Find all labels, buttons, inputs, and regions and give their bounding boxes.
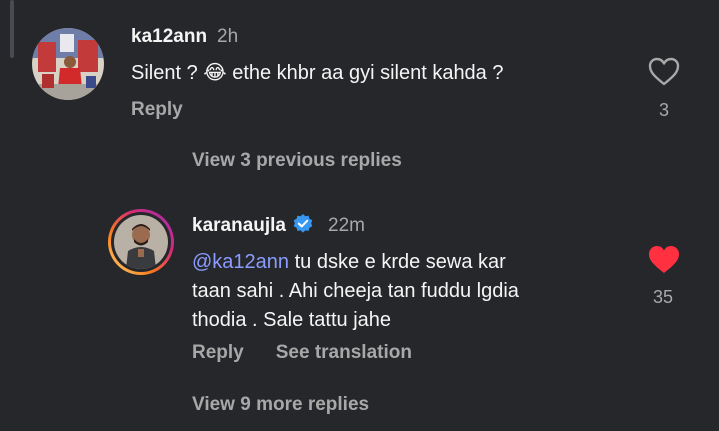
- comment-karanaujla: karanaujla 22m @ka12ann tu dske e krde se…: [0, 200, 719, 380]
- comment-text: Silent ? 😂 ethe khbr aa gyi silent kahda…: [131, 59, 504, 88]
- laughing-emoji-icon: 😂: [203, 62, 227, 84]
- reply-button[interactable]: Reply: [192, 342, 244, 363]
- comment-text-part: Silent ?: [131, 62, 204, 84]
- comment-username[interactable]: karanaujla: [192, 215, 286, 236]
- avatar-image: [114, 215, 168, 269]
- avatar-image: [32, 28, 104, 100]
- comment-text-part: ethe khbr aa gyi silent kahda ?: [226, 62, 504, 84]
- comment-text-part: tu dske e krde sewa kar: [289, 251, 506, 273]
- comment-text-line: taan sahi . Ahi cheeja tan fuddu lgdia: [192, 280, 519, 302]
- like-count: 3: [658, 100, 669, 120]
- comment-text-line: thodia . Sale tattu jahe: [192, 309, 392, 331]
- comment-timestamp: 22m: [328, 215, 365, 236]
- reply-button[interactable]: Reply: [131, 99, 183, 121]
- comment-ka12ann: ka12ann 2h Silent ? 😂 ethe khbr aa gyi si…: [0, 0, 719, 140]
- comment-timestamp: 2h: [217, 26, 239, 47]
- view-previous-replies-link[interactable]: View 3 previous replies: [192, 150, 402, 172]
- comment-username[interactable]: ka12ann: [131, 26, 207, 47]
- see-translation-button[interactable]: See translation: [276, 342, 412, 363]
- heart-filled-icon[interactable]: [648, 245, 680, 275]
- mention-link[interactable]: @ka12ann: [192, 251, 289, 273]
- avatar-ka12ann[interactable]: [32, 28, 104, 100]
- like-count: 35: [652, 287, 674, 307]
- heart-outline-icon[interactable]: [648, 57, 680, 87]
- avatar-karanaujla[interactable]: [108, 209, 174, 275]
- comment-text: @ka12ann tu dske e krde sewa kar taan sa…: [192, 248, 519, 335]
- verified-badge-icon: [292, 213, 314, 240]
- view-more-replies-link[interactable]: View 9 more replies: [192, 394, 369, 416]
